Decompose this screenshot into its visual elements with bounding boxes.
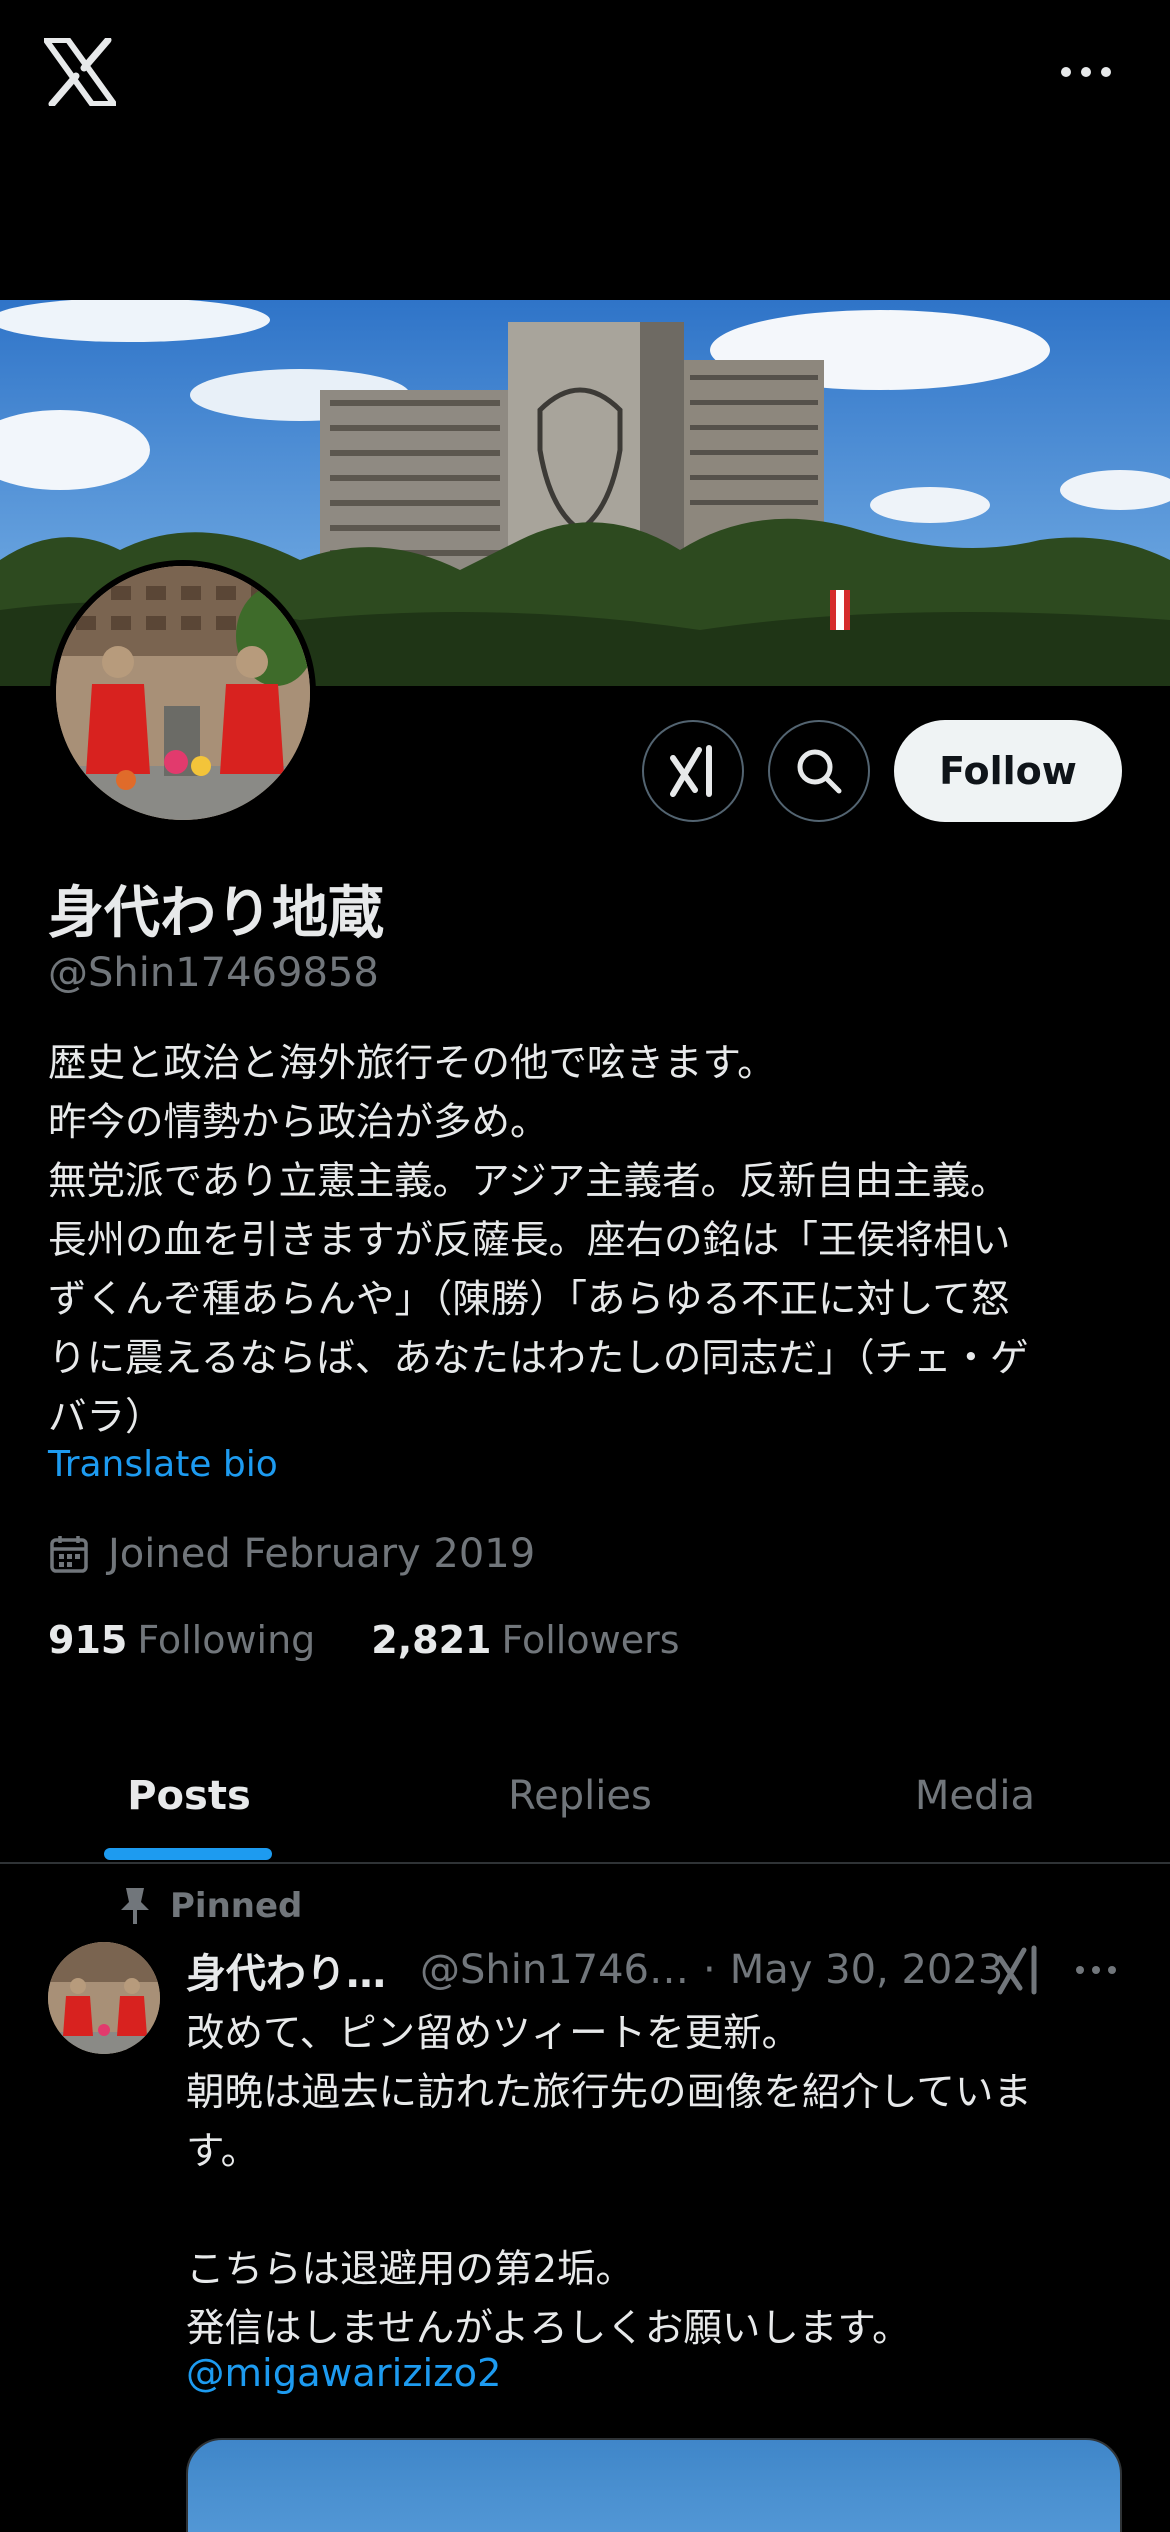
top-bar bbox=[0, 0, 1170, 300]
more-horizontal-icon[interactable] bbox=[1056, 50, 1116, 94]
profile-handle: @Shin17469858 bbox=[48, 950, 379, 996]
translate-bio-link[interactable]: Translate bio bbox=[48, 1444, 278, 1485]
post-text: 改めて、ピン留めツィートを更新。 朝晩は過去に訪れた旅行先の画像を紹介していま … bbox=[186, 2004, 1146, 2358]
pinned-label: Pinned bbox=[170, 1886, 303, 1926]
search-icon bbox=[797, 749, 842, 794]
bio-line: ずくんぞ種あらんや」（陳勝）「あらゆる不正に対して怒 bbox=[48, 1277, 1010, 1322]
bio-line: バラ） bbox=[48, 1395, 164, 1440]
grok-icon bbox=[670, 745, 712, 797]
following-count: 915 bbox=[48, 1618, 128, 1662]
tab-media[interactable]: Media bbox=[790, 1728, 1160, 1864]
post-line: こちらは退避用の第2垢。 bbox=[186, 2247, 634, 2292]
post-line: す。 bbox=[186, 2129, 260, 2174]
following-link[interactable]: 915 Following bbox=[48, 1618, 315, 1662]
active-tab-indicator bbox=[104, 1848, 272, 1860]
post-mention-link[interactable]: @migawarizizo2 bbox=[186, 2344, 502, 2403]
post-line: 朝晩は過去に訪れた旅行先の画像を紹介していま bbox=[186, 2070, 1032, 2115]
follow-stats: 915 Following 2,821 Followers bbox=[48, 1610, 680, 1670]
profile-display-name: 身代わり地蔵 bbox=[48, 881, 384, 946]
followers-label: Followers bbox=[501, 1618, 680, 1662]
post-media-image[interactable] bbox=[186, 2438, 1122, 2532]
post-date[interactable]: May 30, 2023 bbox=[730, 1947, 1004, 1993]
tab-replies[interactable]: Replies bbox=[390, 1728, 770, 1864]
followers-link[interactable]: 2,821 Followers bbox=[371, 1618, 679, 1662]
post-line bbox=[186, 2181, 1146, 2240]
bio-line: りに震えるならば、あなたはわたしの同志だ」（チェ・ゲ bbox=[48, 1336, 1029, 1381]
profile-avatar[interactable] bbox=[50, 560, 316, 826]
bio-line: 昨今の情勢から政治が多め。 bbox=[48, 1100, 549, 1145]
more-horizontal-icon[interactable] bbox=[1070, 1950, 1122, 1990]
profile-bio: 歴史と政治と海外旅行その他で呟きます。 昨今の情勢から政治が多め。 無党派であり… bbox=[48, 1034, 1138, 1447]
search-button[interactable] bbox=[768, 720, 870, 822]
post-line: 改めて、ピン留めツィートを更新。 bbox=[186, 2011, 801, 2056]
post-author-avatar[interactable] bbox=[48, 1942, 160, 2054]
bio-line: 歴史と政治と海外旅行その他で呟きます。 bbox=[48, 1041, 776, 1086]
post-separator: · bbox=[703, 1947, 716, 1993]
following-label: Following bbox=[137, 1618, 316, 1662]
grok-button[interactable] bbox=[642, 720, 744, 822]
followers-count: 2,821 bbox=[371, 1618, 492, 1662]
post-author-name[interactable]: 身代わり… bbox=[186, 1941, 386, 1999]
follow-button[interactable]: Follow bbox=[894, 720, 1122, 822]
joined-date: Joined February 2019 bbox=[48, 1524, 535, 1584]
pin-icon bbox=[121, 1888, 149, 1924]
post-header: 身代わり… @Shin1746… · May 30, 2023 bbox=[186, 1940, 1003, 2000]
bio-line: 長州の血を引きますが反薩長。座右の銘は「王侯将相い bbox=[48, 1218, 1011, 1263]
bio-line: 無党派であり立憲主義。アジア主義者。反新自由主義。 bbox=[48, 1159, 1009, 1204]
profile-tabs: Posts Replies Media bbox=[0, 1728, 1170, 1864]
x-logo-icon[interactable] bbox=[43, 36, 117, 108]
grok-icon[interactable] bbox=[994, 1944, 1044, 1996]
calendar-icon bbox=[50, 1536, 88, 1573]
post-author-handle[interactable]: @Shin1746… bbox=[420, 1947, 689, 1993]
joined-label: Joined February 2019 bbox=[108, 1531, 536, 1577]
pinned-indicator: Pinned bbox=[118, 1878, 302, 1934]
tab-posts[interactable]: Posts bbox=[0, 1728, 378, 1864]
